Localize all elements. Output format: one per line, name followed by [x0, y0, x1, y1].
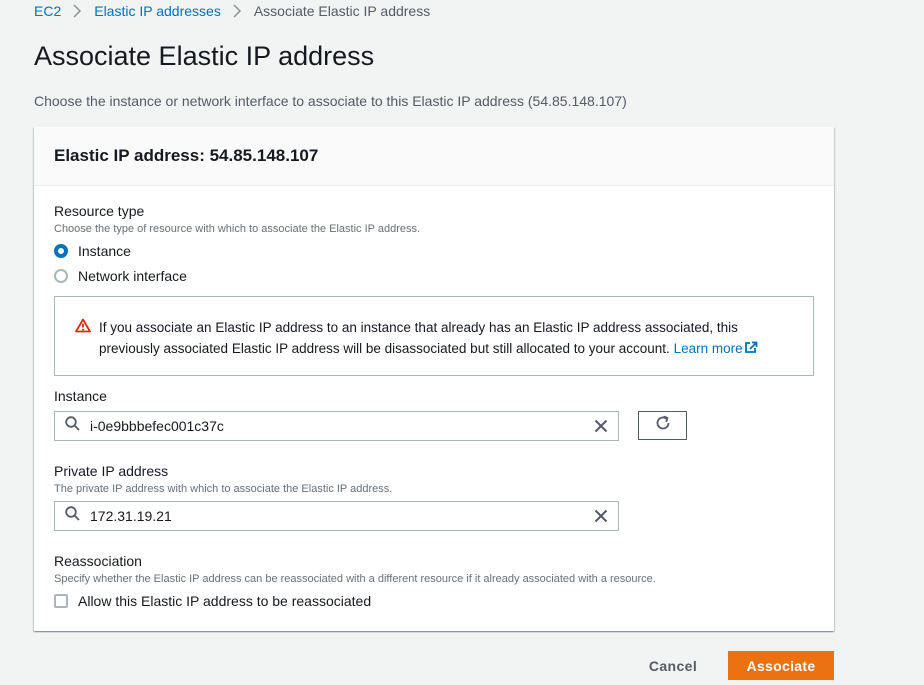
reassociation-checkbox-label: Allow this Elastic IP address to be reas…: [78, 593, 372, 609]
associate-panel: Elastic IP address: 54.85.148.107 Resour…: [34, 127, 834, 631]
refresh-button[interactable]: [638, 411, 687, 440]
checkbox-unchecked-icon: [54, 594, 68, 608]
private-ip-label: Private IP address: [54, 463, 169, 479]
page-description: Choose the instance or network interface…: [34, 93, 627, 109]
instance-label: Instance: [54, 388, 107, 404]
refresh-icon: [654, 414, 672, 437]
search-icon: [65, 506, 80, 526]
search-icon: [65, 416, 80, 436]
private-ip-search-input[interactable]: 172.31.19.21: [54, 501, 619, 531]
private-ip-description: The private IP address with which to ass…: [54, 483, 393, 495]
breadcrumb-current: Associate Elastic IP address: [253, 3, 431, 19]
reassociation-checkbox[interactable]: Allow this Elastic IP address to be reas…: [54, 593, 371, 609]
radio-instance-label: Instance: [78, 243, 131, 259]
radio-unchecked-icon: [54, 269, 68, 283]
private-ip-value: 172.31.19.21: [90, 508, 172, 524]
resource-type-description: Choose the type of resource with which t…: [54, 223, 421, 235]
warning-icon: [75, 318, 91, 375]
reassociation-label: Reassociation: [54, 553, 142, 569]
panel-title: Elastic IP address: 54.85.148.107: [34, 127, 834, 186]
alert-text: If you associate an Elastic IP address t…: [99, 320, 738, 356]
clear-instance-icon[interactable]: [594, 419, 608, 433]
radio-network-interface-label: Network interface: [78, 268, 187, 284]
chevron-right-icon: [73, 4, 82, 18]
learn-more-label: Learn more: [673, 341, 743, 356]
chevron-right-icon: [233, 4, 242, 18]
radio-checked-icon: [54, 244, 68, 258]
learn-more-link[interactable]: Learn more: [674, 341, 758, 356]
associate-button[interactable]: Associate: [728, 651, 834, 680]
radio-network-interface[interactable]: Network interface: [54, 268, 187, 284]
reassociation-description: Specify whether the Elastic IP address c…: [54, 573, 656, 585]
breadcrumb-ec2-link[interactable]: EC2: [34, 3, 61, 19]
external-link-icon: [743, 341, 758, 356]
clear-private-ip-icon[interactable]: [594, 509, 608, 523]
warning-alert: If you associate an Elastic IP address t…: [54, 296, 814, 376]
resource-type-label: Resource type: [54, 203, 145, 219]
instance-value: i-0e9bbbefec001c37c: [90, 418, 224, 434]
cancel-button[interactable]: Cancel: [636, 651, 710, 680]
instance-search-input[interactable]: i-0e9bbbefec001c37c: [54, 411, 619, 441]
breadcrumb-elastic-ip-link[interactable]: Elastic IP addresses: [94, 3, 221, 19]
page-title: Associate Elastic IP address: [34, 41, 375, 71]
breadcrumb: EC2 Elastic IP addresses Associate Elast…: [34, 3, 430, 19]
radio-instance[interactable]: Instance: [54, 243, 131, 259]
